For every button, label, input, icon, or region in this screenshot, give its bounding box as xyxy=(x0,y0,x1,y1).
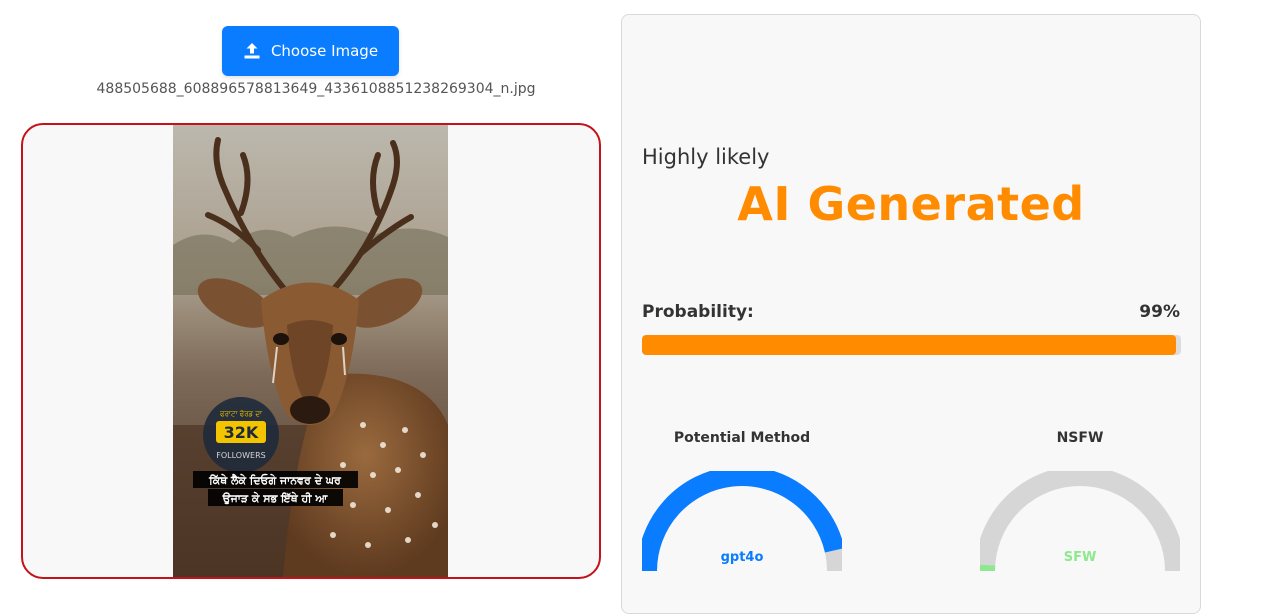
probability-bar-fill xyxy=(642,335,1176,355)
verdict-title: AI Generated xyxy=(622,177,1200,231)
method-gauge-label: gpt4o xyxy=(642,550,842,565)
method-gauge-title: Potential Method xyxy=(642,430,842,446)
selected-filename: 488505688_608896578813649_43361088512382… xyxy=(0,81,632,97)
choose-image-button[interactable]: Choose Image xyxy=(222,26,399,76)
result-panel: Highly likely AI Generated Probability: … xyxy=(621,14,1201,614)
caption-line-2: ਉਜਾੜ ਕੇ ਸਭ ਇੱਥੇ ਹੀ ਆ xyxy=(222,491,329,505)
image-preview: ਫਰਾਟਾ ਫੋਰਡ ਦਾ 32K FOLLOWERS ਕਿੱਥੇ ਲੈਕੇ ਦ… xyxy=(21,123,601,579)
nsfw-gauge-label: SFW xyxy=(980,550,1180,565)
probability-bar xyxy=(642,335,1181,355)
nsfw-gauge-title: NSFW xyxy=(980,430,1180,446)
likelihood-text: Highly likely xyxy=(642,145,769,169)
probability-label: Probability: xyxy=(642,302,754,322)
choose-image-label: Choose Image xyxy=(271,42,378,60)
probability-value: 99% xyxy=(1139,302,1180,322)
badge-top-text: ਫਰਾਟਾ ਫੋਰਡ ਦਾ xyxy=(219,409,263,418)
badge-count-text: 32K xyxy=(224,423,259,442)
caption-line-1: ਕਿੱਥੇ ਲੈਕੇ ਦਿਓਗੇ ਜਾਨਵਰ ਦੇ ਘਰ xyxy=(208,473,342,487)
uploaded-photo: ਫਰਾਟਾ ਫੋਰਡ ਦਾ 32K FOLLOWERS ਕਿੱਥੇ ਲੈਕੇ ਦ… xyxy=(173,125,448,577)
upload-icon xyxy=(243,42,261,60)
upload-column: Choose Image 488505688_608896578813649_4… xyxy=(0,0,621,596)
badge-followers-text: FOLLOWERS xyxy=(216,451,265,460)
